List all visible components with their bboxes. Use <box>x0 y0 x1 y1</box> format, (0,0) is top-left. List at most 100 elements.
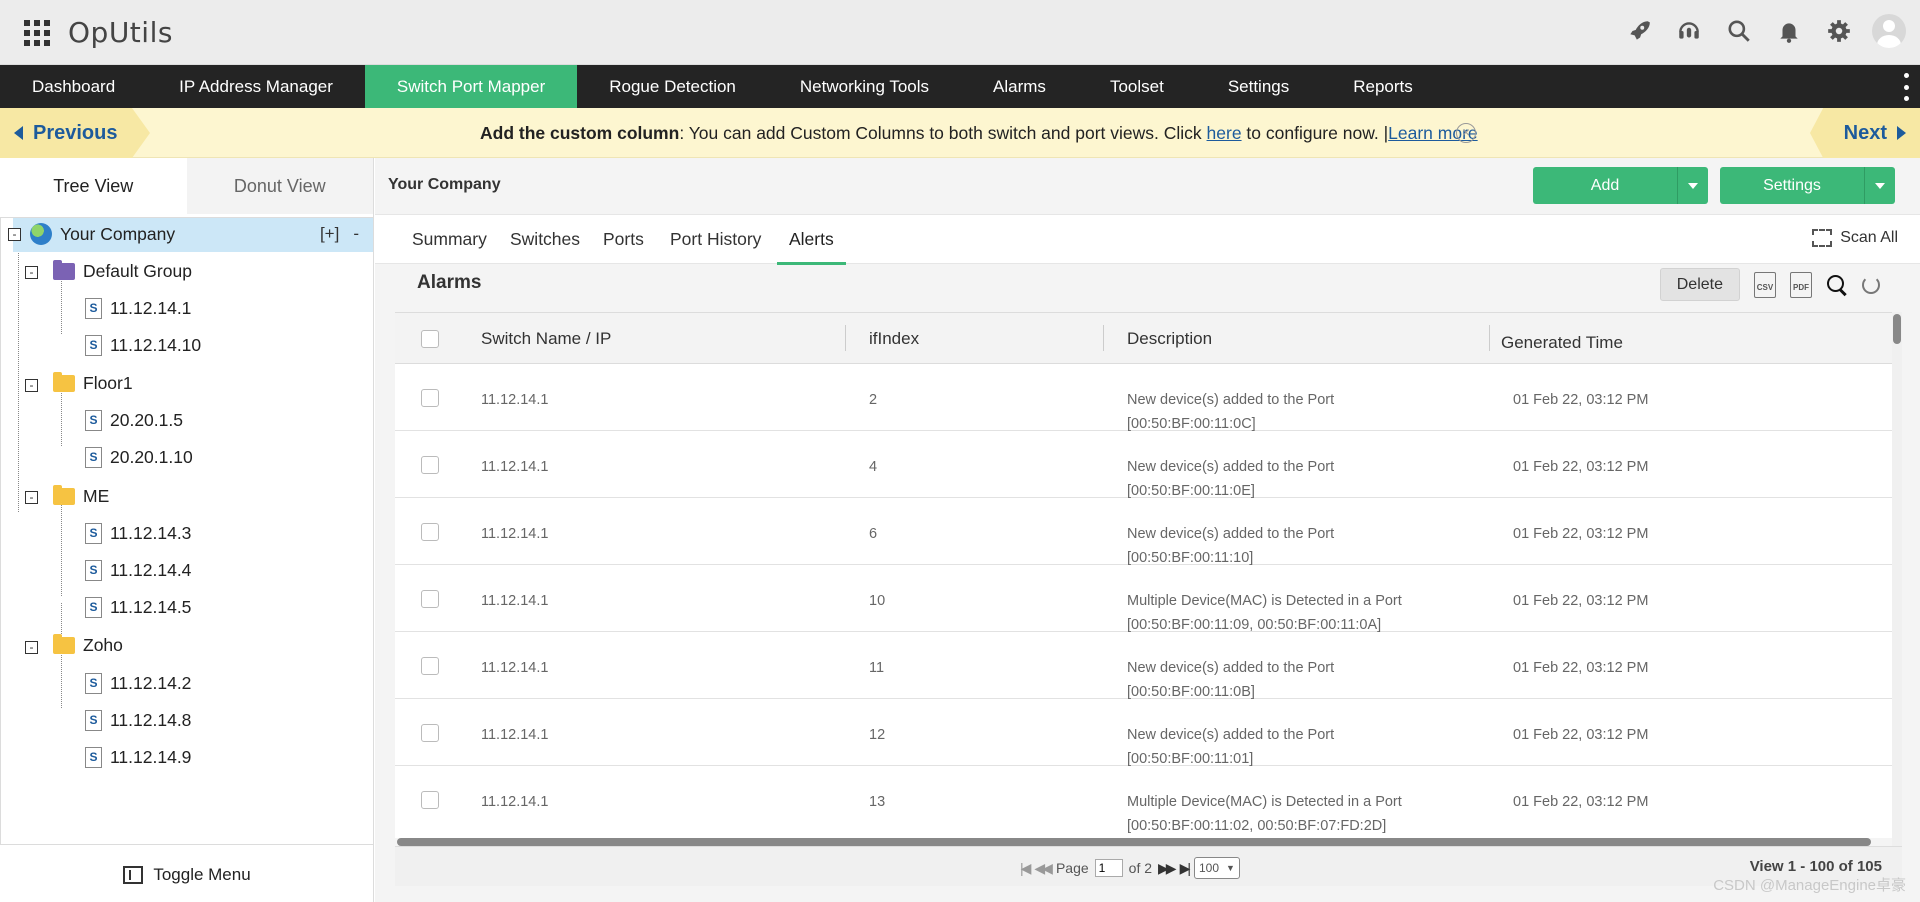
expand-all-button[interactable]: [+] <box>320 224 339 244</box>
nav-reports[interactable]: Reports <box>1321 65 1445 108</box>
csv-export-icon[interactable]: CSV <box>1754 271 1776 298</box>
nav-dashboard[interactable]: Dashboard <box>0 65 147 108</box>
column-header-description[interactable]: Description <box>1127 313 1212 365</box>
bell-icon[interactable] <box>1772 14 1806 48</box>
apps-grid-icon[interactable] <box>24 20 50 46</box>
nav-toolset[interactable]: Toolset <box>1078 65 1196 108</box>
folder-icon <box>53 634 75 654</box>
table-row[interactable]: 11.12.14.1 6 New device(s) added to the … <box>395 498 1892 566</box>
tree-device-item[interactable]: S 11.12.14.3 <box>85 523 191 544</box>
tab-summary[interactable]: Summary <box>412 215 487 265</box>
horizontal-scrollbar[interactable] <box>397 838 1871 846</box>
user-avatar-icon[interactable] <box>1872 14 1906 48</box>
row-checkbox[interactable] <box>421 724 439 742</box>
tree-group-label: Floor1 <box>83 373 133 393</box>
select-all-checkbox[interactable] <box>421 330 439 348</box>
tree-device-item[interactable]: S 11.12.14.8 <box>85 710 191 731</box>
row-checkbox[interactable] <box>421 456 439 474</box>
page-size-select[interactable]: 100 ▼ <box>1193 857 1240 879</box>
tree-group-me[interactable]: ME <box>53 485 109 507</box>
settings-dropdown-toggle[interactable] <box>1864 167 1895 204</box>
column-resizer[interactable] <box>1103 325 1104 351</box>
collapse-all-button[interactable]: - <box>353 224 359 244</box>
column-header-switch[interactable]: Switch Name / IP <box>481 313 611 365</box>
collapse-toggle[interactable]: - <box>8 228 21 241</box>
add-split-button: Add <box>1533 167 1708 204</box>
column-header-ifindex[interactable]: ifIndex <box>869 313 919 365</box>
table-row[interactable]: 11.12.14.1 2 New device(s) added to the … <box>395 364 1892 432</box>
row-checkbox[interactable] <box>421 590 439 608</box>
tree-device-item[interactable]: S 20.20.1.10 <box>85 447 193 468</box>
row-checkbox[interactable] <box>421 791 439 809</box>
nav-switch-port-mapper[interactable]: Switch Port Mapper <box>364 65 578 108</box>
tree-root-your-company[interactable]: - Your Company [+] - <box>8 218 373 252</box>
tab-tree-view[interactable]: Tree View <box>0 158 187 214</box>
more-menu-icon[interactable] <box>1902 73 1910 101</box>
tree-group-zoho[interactable]: Zoho <box>53 634 123 656</box>
tree-device-item[interactable]: S 11.12.14.5 <box>85 597 191 618</box>
tab-alerts[interactable]: Alerts <box>777 215 846 265</box>
tree-group-default-group[interactable]: Default Group <box>53 260 192 282</box>
collapse-toggle[interactable]: - <box>25 641 38 654</box>
scrollbar-thumb[interactable] <box>1893 314 1901 344</box>
cell-switch: 11.12.14.1 <box>481 526 549 542</box>
cell-ifindex: 11 <box>869 660 885 676</box>
table-row[interactable]: 11.12.14.1 4 New device(s) added to the … <box>395 431 1892 499</box>
tree-device-item[interactable]: S 11.12.14.9 <box>85 747 191 768</box>
nav-alarms[interactable]: Alarms <box>961 65 1078 108</box>
next-button[interactable]: Next <box>1810 108 1920 158</box>
nav-rogue-detection[interactable]: Rogue Detection <box>577 65 768 108</box>
column-resizer[interactable] <box>1489 325 1490 351</box>
collapse-toggle[interactable]: - <box>25 266 38 279</box>
collapse-toggle[interactable]: - <box>25 379 38 392</box>
table-row[interactable]: 11.12.14.1 13 Multiple Device(MAC) is De… <box>395 766 1892 838</box>
tab-donut-view[interactable]: Donut View <box>186 158 373 214</box>
tree-device-item[interactable]: S 20.20.1.5 <box>85 410 183 431</box>
previous-button[interactable]: Previous <box>0 108 150 158</box>
search-icon[interactable] <box>1722 14 1756 48</box>
column-resizer[interactable] <box>845 325 846 351</box>
grid-title: Alarms <box>417 272 482 293</box>
tab-switches[interactable]: Switches <box>510 215 580 265</box>
banner-here-link[interactable]: here <box>1207 123 1242 143</box>
tree-device-item[interactable]: S 11.12.14.1 <box>85 298 191 319</box>
nav-networking-tools[interactable]: Networking Tools <box>768 65 961 108</box>
cell-ifindex: 2 <box>869 392 878 408</box>
table-row[interactable]: 11.12.14.1 11 New device(s) added to the… <box>395 632 1892 700</box>
tree-group-floor1[interactable]: Floor1 <box>53 372 133 394</box>
tree-device-item[interactable]: S 11.12.14.10 <box>85 335 201 356</box>
nav-ip-address-manager[interactable]: IP Address Manager <box>147 65 365 108</box>
table-row[interactable]: 11.12.14.1 12 New device(s) added to the… <box>395 699 1892 767</box>
collapse-toggle[interactable]: - <box>25 491 38 504</box>
close-icon[interactable]: × <box>1456 123 1476 143</box>
page-number-input[interactable] <box>1094 859 1123 877</box>
row-checkbox[interactable] <box>421 657 439 675</box>
refresh-icon[interactable] <box>1862 275 1880 294</box>
rocket-icon[interactable] <box>1622 14 1656 48</box>
row-checkbox[interactable] <box>421 389 439 407</box>
vertical-scrollbar[interactable] <box>1892 312 1902 846</box>
add-dropdown-toggle[interactable] <box>1677 167 1708 204</box>
previous-page-icon[interactable]: ◀◀ <box>1034 860 1052 877</box>
toggle-menu-button[interactable]: Toggle Menu <box>0 855 374 895</box>
add-button[interactable]: Add <box>1533 167 1677 204</box>
tree-device-item[interactable]: S 11.12.14.2 <box>85 673 191 694</box>
last-page-icon[interactable]: ▶| <box>1180 860 1192 877</box>
gear-icon[interactable] <box>1822 14 1856 48</box>
delete-button[interactable]: Delete <box>1659 268 1740 301</box>
headset-icon[interactable] <box>1672 14 1706 48</box>
tree-device-item[interactable]: S 11.12.14.4 <box>85 560 191 581</box>
row-checkbox[interactable] <box>421 523 439 541</box>
breadcrumb: Your Company <box>388 176 501 193</box>
nav-settings[interactable]: Settings <box>1196 65 1321 108</box>
tab-ports[interactable]: Ports <box>603 215 644 265</box>
pdf-export-icon[interactable]: PDF <box>1790 271 1812 298</box>
next-page-icon[interactable]: ▶▶ <box>1158 860 1176 877</box>
column-header-generated-time[interactable]: Generated Time <box>1501 317 1623 369</box>
scan-all-button[interactable]: Scan All <box>1812 229 1898 247</box>
search-icon[interactable] <box>1826 274 1848 296</box>
tab-port-history[interactable]: Port History <box>670 215 761 265</box>
table-row[interactable]: 11.12.14.1 10 Multiple Device(MAC) is De… <box>395 565 1892 633</box>
settings-button[interactable]: Settings <box>1720 167 1864 204</box>
first-page-icon[interactable]: |◀ <box>1020 860 1032 877</box>
